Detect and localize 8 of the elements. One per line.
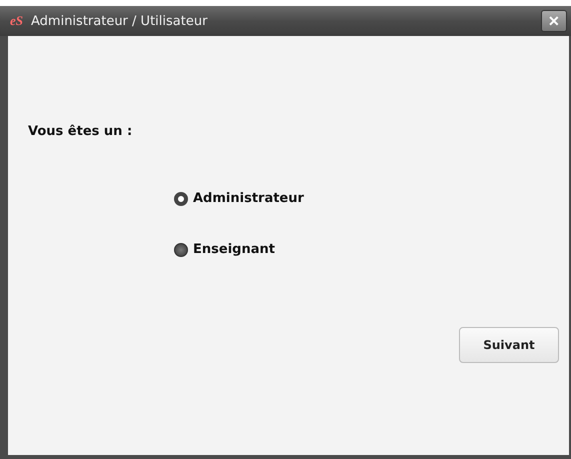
radio-button[interactable] [174,242,188,256]
next-button[interactable]: Suivant [459,327,559,363]
radio-option[interactable]: Administrateur [174,191,569,206]
window-title: Administrateur / Utilisateur [31,14,208,28]
radio-button[interactable] [174,192,188,206]
radio-option[interactable]: Enseignant [174,242,569,257]
app-logo: eS [10,13,23,29]
prompt-label: Vous êtes un : [28,124,134,139]
